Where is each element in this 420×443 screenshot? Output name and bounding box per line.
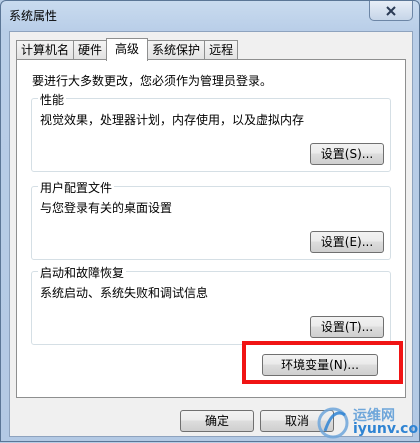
watermark-text-url: iyunv.com (353, 421, 420, 437)
admin-note: 要进行大多数更改，您必须作为管理员登录。 (32, 74, 273, 88)
performance-description: 视觉效果，处理器计划，内存使用，以及虚拟内存 (40, 113, 305, 127)
startup-recovery-group-title: 启动和故障恢复 (38, 264, 127, 281)
window-title: 系统属性 (9, 9, 58, 23)
tab-hardware[interactable]: 硬件 (73, 40, 107, 60)
tab-advanced[interactable]: 高级 (106, 38, 149, 61)
performance-settings-button[interactable]: 设置(S)... (310, 143, 384, 165)
user-profiles-settings-button[interactable]: 设置(E)... (310, 231, 384, 253)
system-properties-window: 系统属性 计算机名 硬件 高级 系统保护 远程 要进行大多数更改，您必须作为管理… (0, 0, 420, 442)
tab-strip: 计算机名 硬件 高级 系统保护 远程 (16, 38, 239, 61)
tab-computer-name[interactable]: 计算机名 (16, 40, 74, 60)
performance-group-title: 性能 (38, 91, 67, 108)
user-profiles-group: 用户配置文件 与您登录有关的桌面设置 设置(E)... (31, 179, 391, 260)
title-bar[interactable]: 系统属性 (1, 1, 419, 31)
startup-recovery-settings-button[interactable]: 设置(T)... (310, 316, 384, 338)
startup-recovery-description: 系统启动、系统失败和调试信息 (40, 286, 209, 300)
user-profiles-description: 与您登录有关的桌面设置 (40, 201, 173, 215)
close-icon (386, 5, 396, 16)
close-button[interactable] (369, 1, 413, 21)
tab-system-protection[interactable]: 系统保护 (148, 40, 205, 60)
user-profiles-group-title: 用户配置文件 (38, 179, 115, 196)
tab-remote[interactable]: 远程 (204, 40, 239, 60)
ok-button[interactable]: 确定 (180, 410, 254, 432)
performance-group: 性能 视觉效果，处理器计划，内存使用，以及虚拟内存 设置(S)... (31, 91, 391, 172)
red-highlight-box (242, 341, 403, 384)
startup-recovery-group: 启动和故障恢复 系统启动、系统失败和调试信息 设置(T)... (31, 264, 391, 345)
